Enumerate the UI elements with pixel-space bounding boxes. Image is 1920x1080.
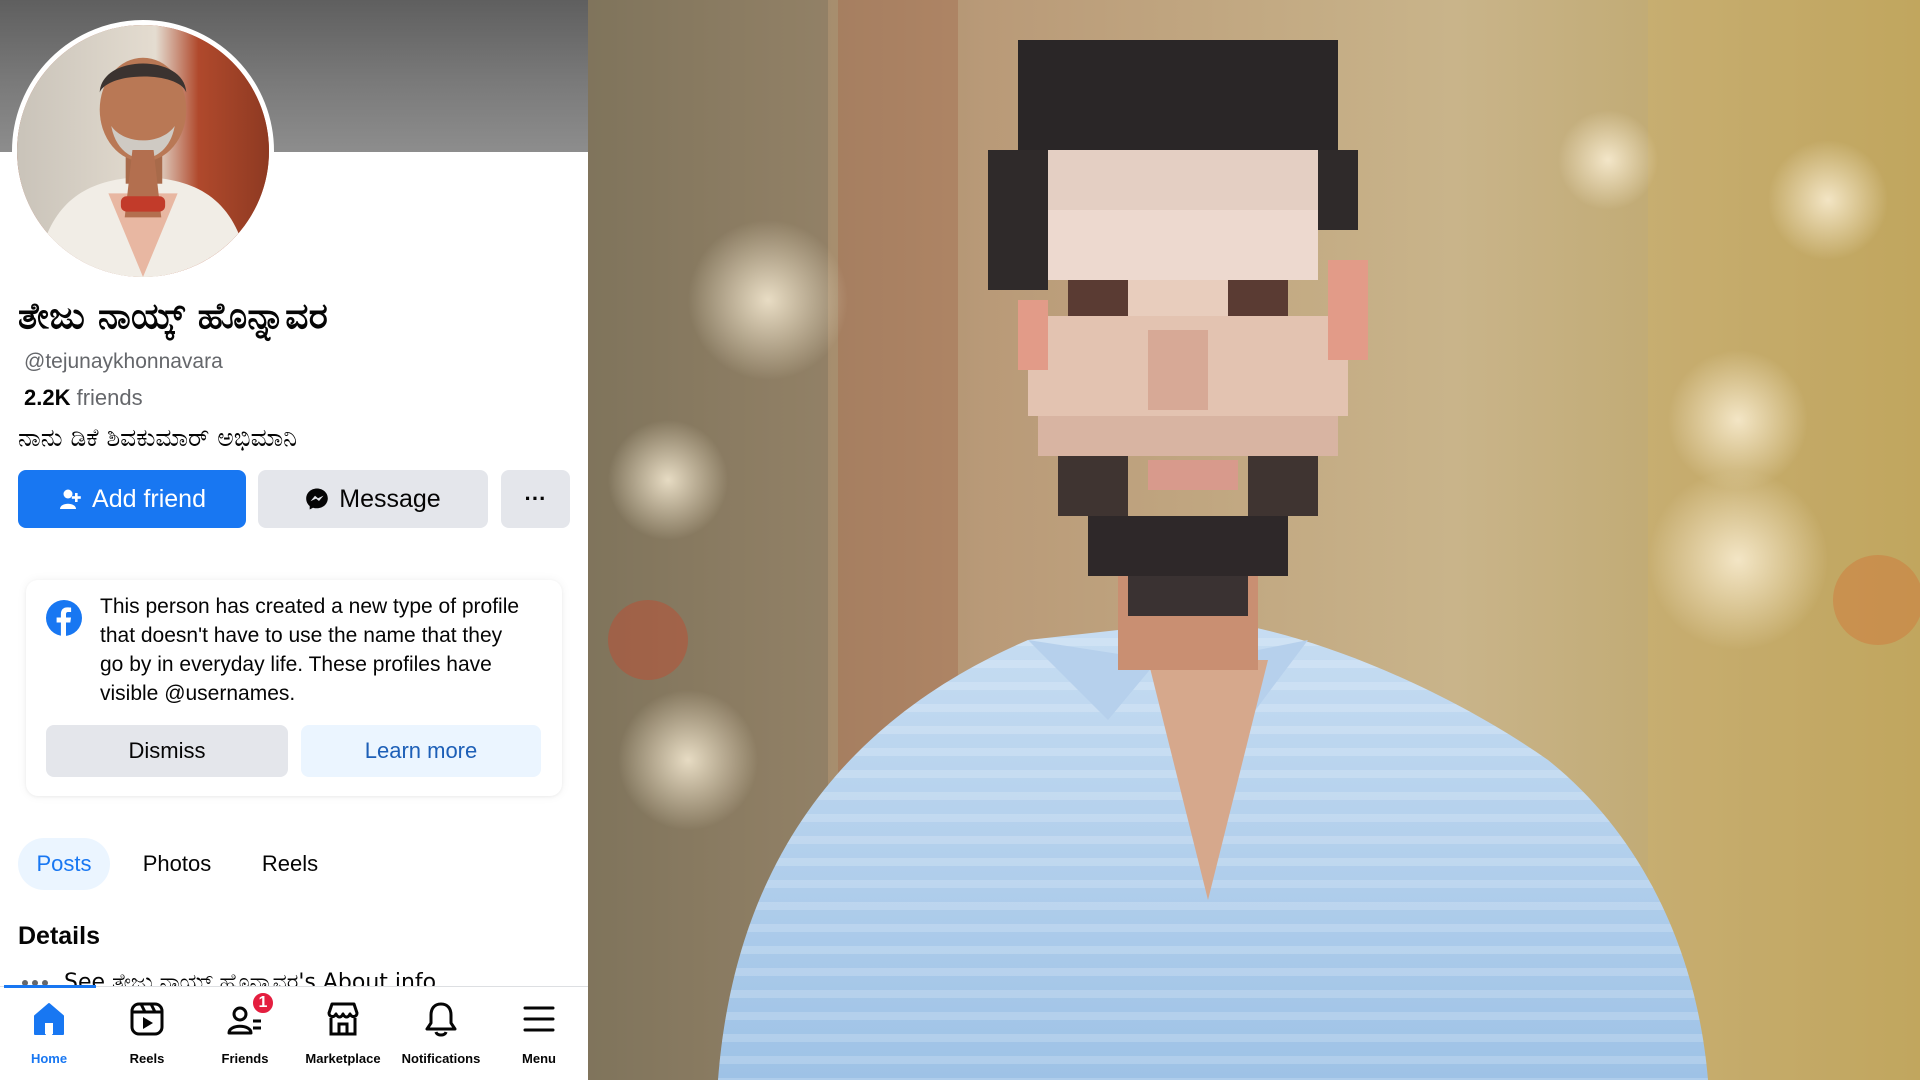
facebook-logo-icon [46, 600, 82, 636]
friends-count-label: friends [76, 385, 143, 410]
add-friend-label: Add friend [92, 484, 206, 513]
friends-icon: 1 [225, 991, 275, 1039]
nav-home[interactable]: Home [0, 987, 98, 1080]
profile-photo-image [17, 25, 269, 277]
add-friend-button[interactable]: Add friend [18, 470, 246, 528]
details-heading: Details [18, 922, 100, 950]
profile-name: ತೇಜು ನಾಯ್ಕ್ ಹೊನ್ನಾವರ [18, 296, 329, 337]
nav-marketplace[interactable]: Marketplace [294, 987, 392, 1080]
nav-menu[interactable]: Menu [490, 987, 588, 1080]
marketplace-icon [323, 999, 363, 1039]
nav-friends[interactable]: 1 Friends [196, 987, 294, 1080]
learn-more-button[interactable]: Learn more [301, 725, 541, 777]
nav-reels[interactable]: Reels [98, 987, 196, 1080]
add-person-icon [60, 489, 81, 509]
tab-posts[interactable]: Posts [18, 838, 110, 890]
dismiss-button[interactable]: Dismiss [46, 725, 288, 777]
profile-photo-large [588, 0, 1920, 1080]
friends-badge: 1 [251, 991, 275, 1015]
nav-notifications-label: Notifications [401, 1051, 481, 1066]
bell-icon [421, 999, 461, 1039]
message-button[interactable]: Message [258, 470, 488, 528]
friends-count-value: 2.2K [24, 385, 71, 410]
profile-type-notice: This person has created a new type of pr… [26, 580, 562, 796]
nav-reels-label: Reels [129, 1051, 165, 1066]
more-options-button[interactable]: ··· [501, 470, 570, 528]
friends-count[interactable]: 2.2K friends [24, 385, 143, 411]
bottom-navigation-bar: Home Reels 1 Friends Marketplace Notific… [0, 985, 588, 1080]
notice-text: This person has created a new type of pr… [100, 595, 520, 705]
tab-photos[interactable]: Photos [124, 838, 230, 890]
nav-home-label: Home [30, 1051, 68, 1066]
more-options-icon: ··· [524, 486, 547, 511]
profile-bio: ನಾನು ಡಿಕೆ ಶಿವಕುಮಾರ್ ಅಭಿಮಾನಿ [18, 423, 298, 452]
profile-avatar[interactable] [12, 20, 274, 282]
tab-reels[interactable]: Reels [244, 838, 336, 890]
nav-menu-label: Menu [522, 1051, 556, 1066]
profile-panel: ತೇಜು ನಾಯ್ಕ್ ಹೊನ್ನಾವರ @tejunaykhonnavara … [0, 0, 588, 1080]
pixelated-portrait-image [588, 0, 1920, 1080]
profile-username: @tejunaykhonnavara [24, 350, 223, 373]
messenger-icon [306, 488, 329, 510]
message-label: Message [339, 484, 441, 513]
nav-notifications[interactable]: Notifications [392, 987, 490, 1080]
menu-icon [519, 999, 559, 1039]
home-icon [29, 999, 69, 1039]
nav-friends-label: Friends [221, 1051, 269, 1066]
nav-marketplace-label: Marketplace [305, 1051, 381, 1066]
reels-icon [127, 999, 167, 1039]
